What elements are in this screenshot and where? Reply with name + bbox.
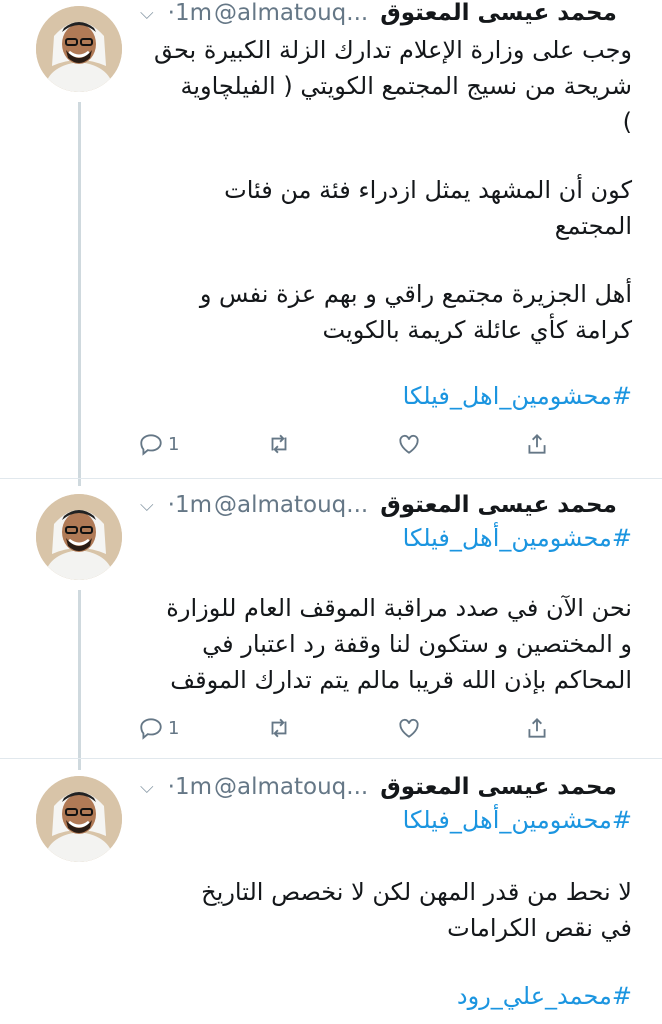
avatar[interactable] — [36, 6, 122, 92]
tweet-text-line: شريحة من نسيج المجتمع الكويتي ( الفيلچاو… — [180, 72, 632, 100]
chevron-down-icon[interactable]: ⌵ — [140, 495, 154, 516]
reply-button[interactable]: 1 — [138, 427, 179, 461]
tweet-text-line: ) — [622, 108, 632, 136]
hashtag-link[interactable]: #محشومين_اهل_فيلكا — [403, 382, 632, 410]
hashtag-link[interactable]: #محمد_علي_رود — [457, 982, 632, 1010]
divider — [0, 758, 662, 759]
avatar[interactable] — [36, 776, 122, 862]
timestamp[interactable]: ·1m — [168, 774, 212, 800]
chevron-down-icon[interactable]: ⌵ — [140, 777, 154, 798]
tweet-text-line: المحاكم بإذن الله قريبا مالم يتم تدارك ا… — [170, 666, 632, 694]
tweet[interactable]: ⌵ ·1m @almatouq... محمد عيسى المعتوق #مح… — [0, 480, 662, 752]
tweet-text-line: المجتمع — [554, 212, 632, 240]
tweet-header: ⌵ ·1m @almatouq... محمد عيسى المعتوق — [140, 488, 632, 522]
heart-icon — [399, 434, 419, 454]
tweet-text-line: أهل الجزيرة مجتمع راقي و بهم عزة نفس و — [199, 280, 632, 308]
like-button[interactable] — [396, 427, 422, 461]
tweet-text-line: لا نحط من قدر المهن لكن لا نخصص التاريخ — [201, 878, 632, 906]
reply-count: 1 — [168, 717, 180, 739]
share-button[interactable] — [524, 711, 550, 745]
user-handle[interactable]: @almatouq... — [214, 0, 368, 26]
tweet-text-line: كرامة كأي عائلة كريمة بالكويت — [322, 316, 632, 344]
display-name[interactable]: محمد عيسى المعتوق — [380, 492, 617, 518]
timestamp[interactable]: ·1m — [168, 492, 212, 518]
reply-button[interactable]: 1 — [138, 711, 179, 745]
heart-icon — [399, 718, 419, 738]
display-name[interactable]: محمد عيسى المعتوق — [380, 774, 617, 800]
timestamp[interactable]: ·1m — [168, 0, 212, 26]
share-icon — [528, 718, 546, 738]
retweet-icon — [271, 434, 287, 454]
retweet-button[interactable] — [266, 427, 292, 461]
tweet-text-line: وجب على وزارة الإعلام تدارك الزلة الكبير… — [154, 36, 632, 64]
tweet-header: ⌵ ·1m @almatouq... محمد عيسى المعتوق — [140, 770, 632, 804]
hashtag-link[interactable]: #محشومين_أهل_فيلكا — [403, 806, 632, 834]
reply-icon — [140, 434, 162, 456]
user-handle[interactable]: @almatouq... — [214, 774, 368, 800]
avatar[interactable] — [36, 494, 122, 580]
reply-icon — [140, 718, 162, 740]
divider — [0, 478, 662, 479]
tweet-text-line: في نقص الكرامات — [447, 914, 632, 942]
retweet-button[interactable] — [266, 711, 292, 745]
reply-count: 1 — [168, 433, 180, 455]
display-name[interactable]: محمد عيسى المعتوق — [380, 0, 617, 26]
tweet-text-line: نحن الآن في صدد مراقبة الموقف العام للوز… — [166, 594, 632, 622]
tweet[interactable]: ⌵ ·1m @almatouq... محمد عيسى المعتوق #مح… — [0, 760, 662, 1024]
tweet[interactable]: ⌵ ·1m @almatouq... محمد عيسى المعتوق وجب… — [0, 0, 662, 470]
chevron-down-icon[interactable]: ⌵ — [140, 3, 154, 24]
retweet-icon — [271, 718, 287, 738]
tweet-header: ⌵ ·1m @almatouq... محمد عيسى المعتوق — [140, 0, 632, 30]
share-button[interactable] — [524, 427, 550, 461]
tweet-actions: 1 — [138, 711, 578, 745]
like-button[interactable] — [396, 711, 422, 745]
tweet-actions: 1 — [138, 427, 578, 461]
user-handle[interactable]: @almatouq... — [214, 492, 368, 518]
tweet-text-line: كون أن المشهد يمثل ازدراء فئة من فئات — [224, 176, 632, 204]
hashtag-link[interactable]: #محشومين_أهل_فيلكا — [403, 524, 632, 552]
tweet-text-line: و المختصين و ستكون لنا وقفة رد اعتبار في — [202, 630, 632, 658]
share-icon — [528, 434, 546, 454]
